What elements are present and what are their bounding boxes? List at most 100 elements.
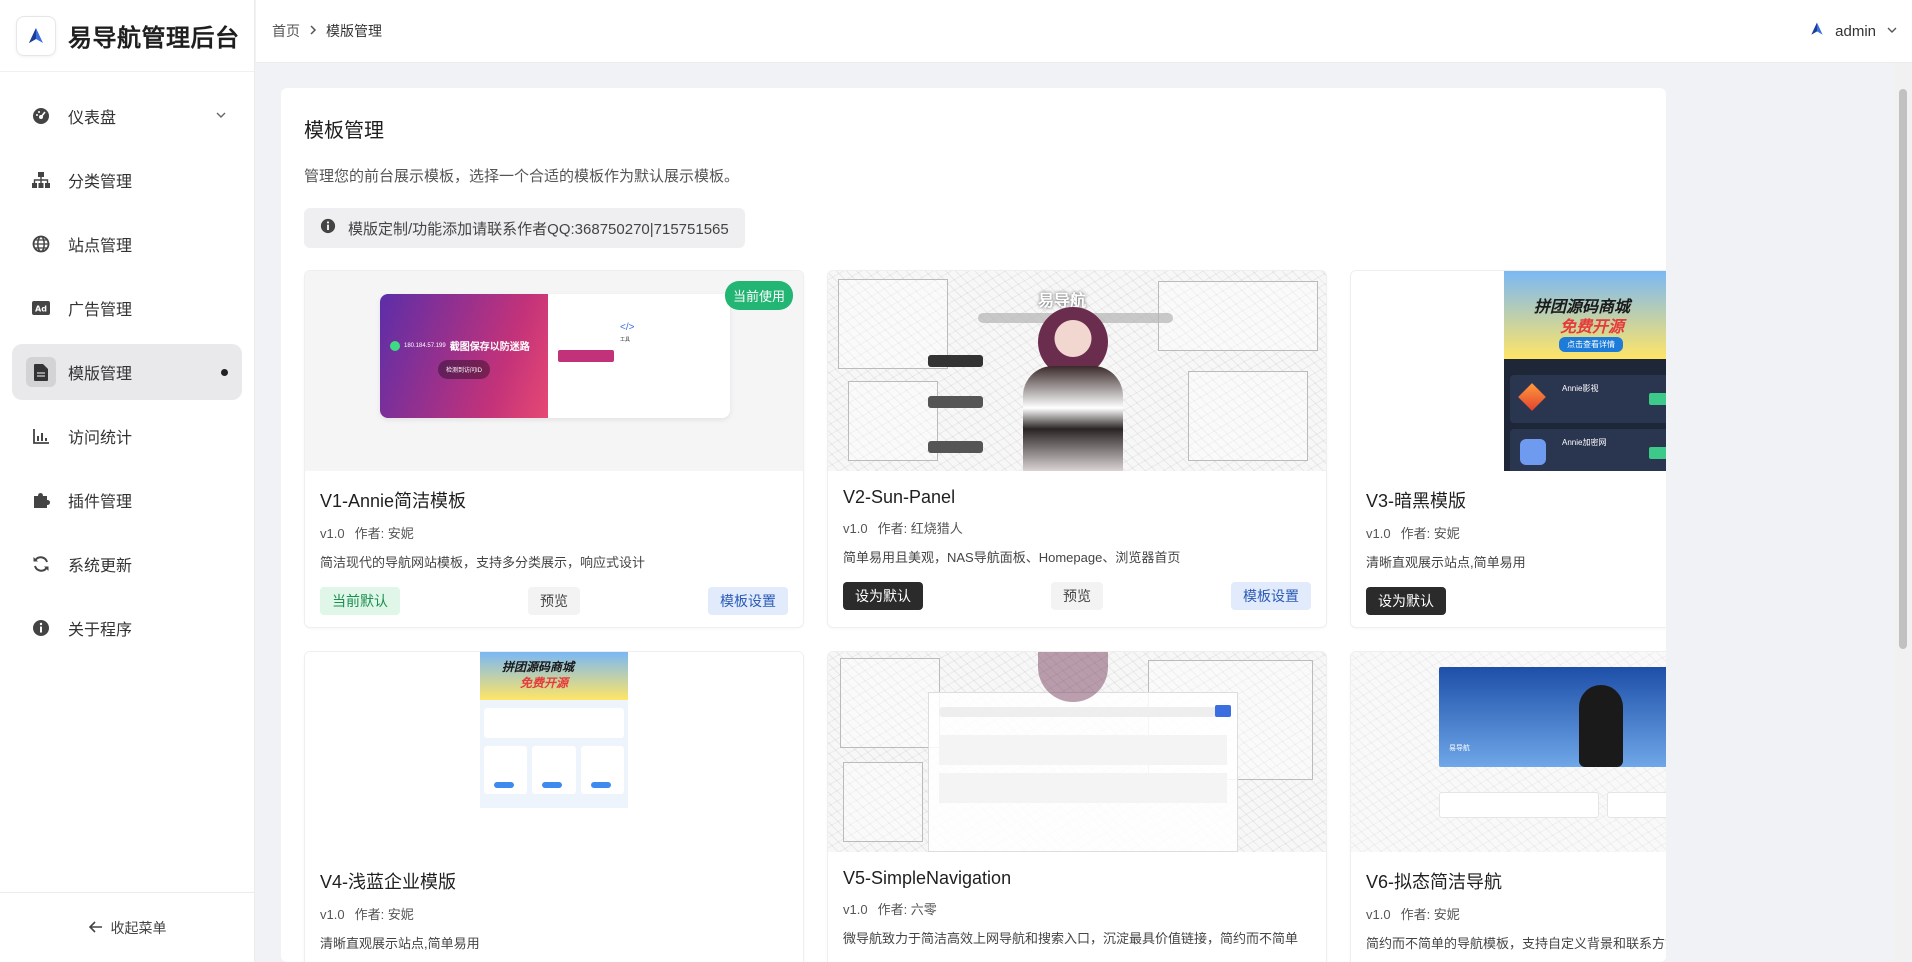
- template-meta: v1.0 作者: 安妮: [320, 523, 788, 542]
- active-dot-icon: [221, 369, 228, 376]
- sidebar-item-ads[interactable]: Ad 广告管理: [12, 280, 242, 336]
- template-author: 作者: 安妮: [1400, 907, 1460, 922]
- template-thumbnail[interactable]: 易导航: [828, 271, 1326, 471]
- template-name: V2-Sun-Panel: [843, 487, 956, 507]
- template-settings-button[interactable]: 模板设置: [708, 587, 788, 615]
- thumb-ip-text: 180.184.57.199: [404, 342, 446, 349]
- template-description: 简约而不简单的导航模板，支持自定义背景和联系方式: [1366, 936, 1666, 951]
- sidebar-item-updates[interactable]: 系统更新: [12, 536, 242, 592]
- preview-button[interactable]: 预览: [528, 587, 580, 615]
- template-author: 作者: 六零: [877, 902, 937, 917]
- user-menu[interactable]: admin: [1809, 21, 1898, 41]
- sidebar: 易导航管理后台 仪表盘 分类管理 站点管理 Ad 广告管理 模版管理 访问统计 …: [0, 0, 255, 962]
- template-name: V1-Annie简洁模板: [320, 491, 467, 511]
- brand-title: 易导航管理后台: [68, 25, 240, 52]
- page-description: 管理您的前台展示模板，选择一个合适的模板作为默认展示模板。: [304, 168, 740, 185]
- brand[interactable]: 易导航管理后台: [0, 0, 254, 72]
- thumb-item-2: Annie加密网: [1562, 438, 1607, 447]
- template-description: 简洁现代的导航网站模板，支持多分类展示，响应式设计: [320, 555, 646, 570]
- template-name: V3-暗黑模版: [1366, 491, 1467, 511]
- scrollbar[interactable]: [1894, 63, 1912, 962]
- current-default-button[interactable]: 当前默认: [320, 587, 400, 615]
- sidebar-item-templates[interactable]: 模版管理: [12, 344, 242, 400]
- sidebar-item-label: 访问统计: [68, 430, 133, 447]
- template-thumbnail[interactable]: 当前使用 180.184.57.199 截图保存以防迷路 检测到访问ID </>…: [305, 271, 803, 471]
- template-card: 易导航 V6-拟态简洁导航 v1.0 作者: 安妮 简约而不简单的导航模板，支持自…: [1350, 651, 1666, 962]
- thumb-item-1: Annie影视: [1562, 384, 1599, 393]
- thumb-main-text: 截图保存以防迷路: [449, 342, 530, 353]
- thumb-banner-title: 拼团源码商城: [502, 660, 575, 674]
- sidebar-item-stats[interactable]: 访问统计: [12, 408, 242, 464]
- sidebar-item-label: 仪表盘: [68, 110, 117, 127]
- breadcrumb-current: 模版管理: [326, 23, 382, 39]
- sidebar-item-about[interactable]: 关于程序: [12, 600, 242, 656]
- logo-icon: [16, 15, 56, 56]
- template-description: 微导航致力于简洁高效上网导航和搜索入口，沉淀最具价值链接，简约而不简单: [843, 931, 1299, 946]
- template-author: 作者: 红烧猎人: [877, 521, 963, 536]
- template-author: 作者: 安妮: [1400, 526, 1460, 541]
- preview-button[interactable]: 预览: [1051, 582, 1103, 610]
- sidebar-item-label: 插件管理: [68, 494, 133, 511]
- template-version: v1.0: [320, 907, 345, 922]
- sidebar-item-label: 系统更新: [68, 558, 133, 575]
- template-card: 拼团源码商城 免费开源 V4-浅蓝企业模版 v1.0 作者: 安妮 清晰直观展示…: [304, 651, 804, 962]
- template-thumbnail[interactable]: 拼团源码商城 免费开源 点击查看详情 Annie影视 Annie加密网: [1351, 271, 1666, 471]
- template-meta: v1.0 作者: 安妮: [1366, 523, 1666, 542]
- chevron-right-icon: [308, 23, 318, 39]
- set-default-button[interactable]: 设为默认: [843, 582, 923, 610]
- sidebar-item-categories[interactable]: 分类管理: [12, 152, 242, 208]
- template-card: V5-SimpleNavigation v1.0 作者: 六零 微导航致力于简洁高…: [827, 651, 1327, 962]
- template-card: 易导航 V2-Sun-Panel v1.0 作者: 红烧猎人 简单易用且美观，NA…: [827, 270, 1327, 628]
- template-thumbnail[interactable]: [828, 652, 1326, 852]
- file-icon: [26, 357, 56, 387]
- top-header: 首页 模版管理 admin: [256, 0, 1912, 63]
- template-thumbnail[interactable]: 易导航: [1351, 652, 1666, 852]
- current-badge: 当前使用: [724, 281, 793, 310]
- template-settings-button[interactable]: 模板设置: [1231, 582, 1311, 610]
- sidebar-item-plugins[interactable]: 插件管理: [12, 472, 242, 528]
- sitemap-icon: [30, 169, 52, 191]
- puzzle-icon: [30, 489, 52, 511]
- sidebar-item-dashboard[interactable]: 仪表盘: [12, 88, 242, 144]
- refresh-icon: [30, 553, 52, 575]
- collapse-menu-button[interactable]: 收起菜单: [0, 892, 255, 962]
- svg-text:Ad: Ad: [35, 305, 47, 314]
- scrollbar-thumb[interactable]: [1899, 89, 1907, 649]
- thumb-right-text: 工具: [620, 337, 631, 343]
- template-name: V5-SimpleNavigation: [843, 868, 1012, 888]
- set-default-button[interactable]: 设为默认: [1366, 587, 1446, 615]
- thumb-banner-sub: 免费开源: [1560, 319, 1625, 336]
- template-meta: v1.0 作者: 安妮: [1366, 904, 1666, 923]
- info-icon: [30, 617, 52, 639]
- sidebar-menu: 仪表盘 分类管理 站点管理 Ad 广告管理 模版管理 访问统计 插件管理 系统更…: [0, 72, 254, 664]
- template-name: V6-拟态简洁导航: [1366, 872, 1503, 892]
- ad-icon: Ad: [30, 297, 52, 319]
- notice-text: 模版定制/功能添加请联系作者QQ:368750270|715751565: [348, 220, 729, 238]
- template-meta: v1.0 作者: 六零: [843, 899, 1311, 918]
- breadcrumb-home[interactable]: 首页: [272, 21, 300, 41]
- sidebar-item-label: 站点管理: [68, 238, 133, 255]
- thumb-button-text: 检测到访问ID: [438, 360, 491, 379]
- notice-banner: 模版定制/功能添加请联系作者QQ:368750270|715751565: [304, 208, 745, 248]
- username: admin: [1835, 22, 1876, 40]
- avatar: [1809, 21, 1825, 41]
- template-version: v1.0: [843, 902, 868, 917]
- collapse-menu-label: 收起菜单: [110, 919, 167, 936]
- template-description: 清晰直观展示站点,简单易用: [1366, 555, 1526, 570]
- template-meta: v1.0 作者: 红烧猎人: [843, 518, 1311, 537]
- breadcrumb: 首页 模版管理: [272, 21, 382, 41]
- template-grid: 当前使用 180.184.57.199 截图保存以防迷路 检测到访问ID </>…: [304, 270, 1666, 962]
- thumb-title: 易导航: [1449, 745, 1470, 752]
- template-card: 拼团源码商城 免费开源 点击查看详情 Annie影视 Annie加密网 V3-暗…: [1350, 270, 1666, 628]
- template-meta: v1.0 作者: 安妮: [320, 904, 788, 923]
- bar-chart-icon: [30, 425, 52, 447]
- sidebar-item-label: 分类管理: [68, 174, 133, 191]
- template-panel: 模板管理 管理您的前台展示模板，选择一个合适的模板作为默认展示模板。 模版定制/…: [281, 88, 1666, 962]
- template-version: v1.0: [843, 521, 868, 536]
- template-name: V4-浅蓝企业模版: [320, 872, 457, 892]
- arrow-left-icon: [88, 920, 103, 936]
- chevron-down-icon: [214, 108, 228, 127]
- sidebar-item-sites[interactable]: 站点管理: [12, 216, 242, 272]
- template-thumbnail[interactable]: 拼团源码商城 免费开源: [305, 652, 803, 852]
- template-version: v1.0: [1366, 907, 1391, 922]
